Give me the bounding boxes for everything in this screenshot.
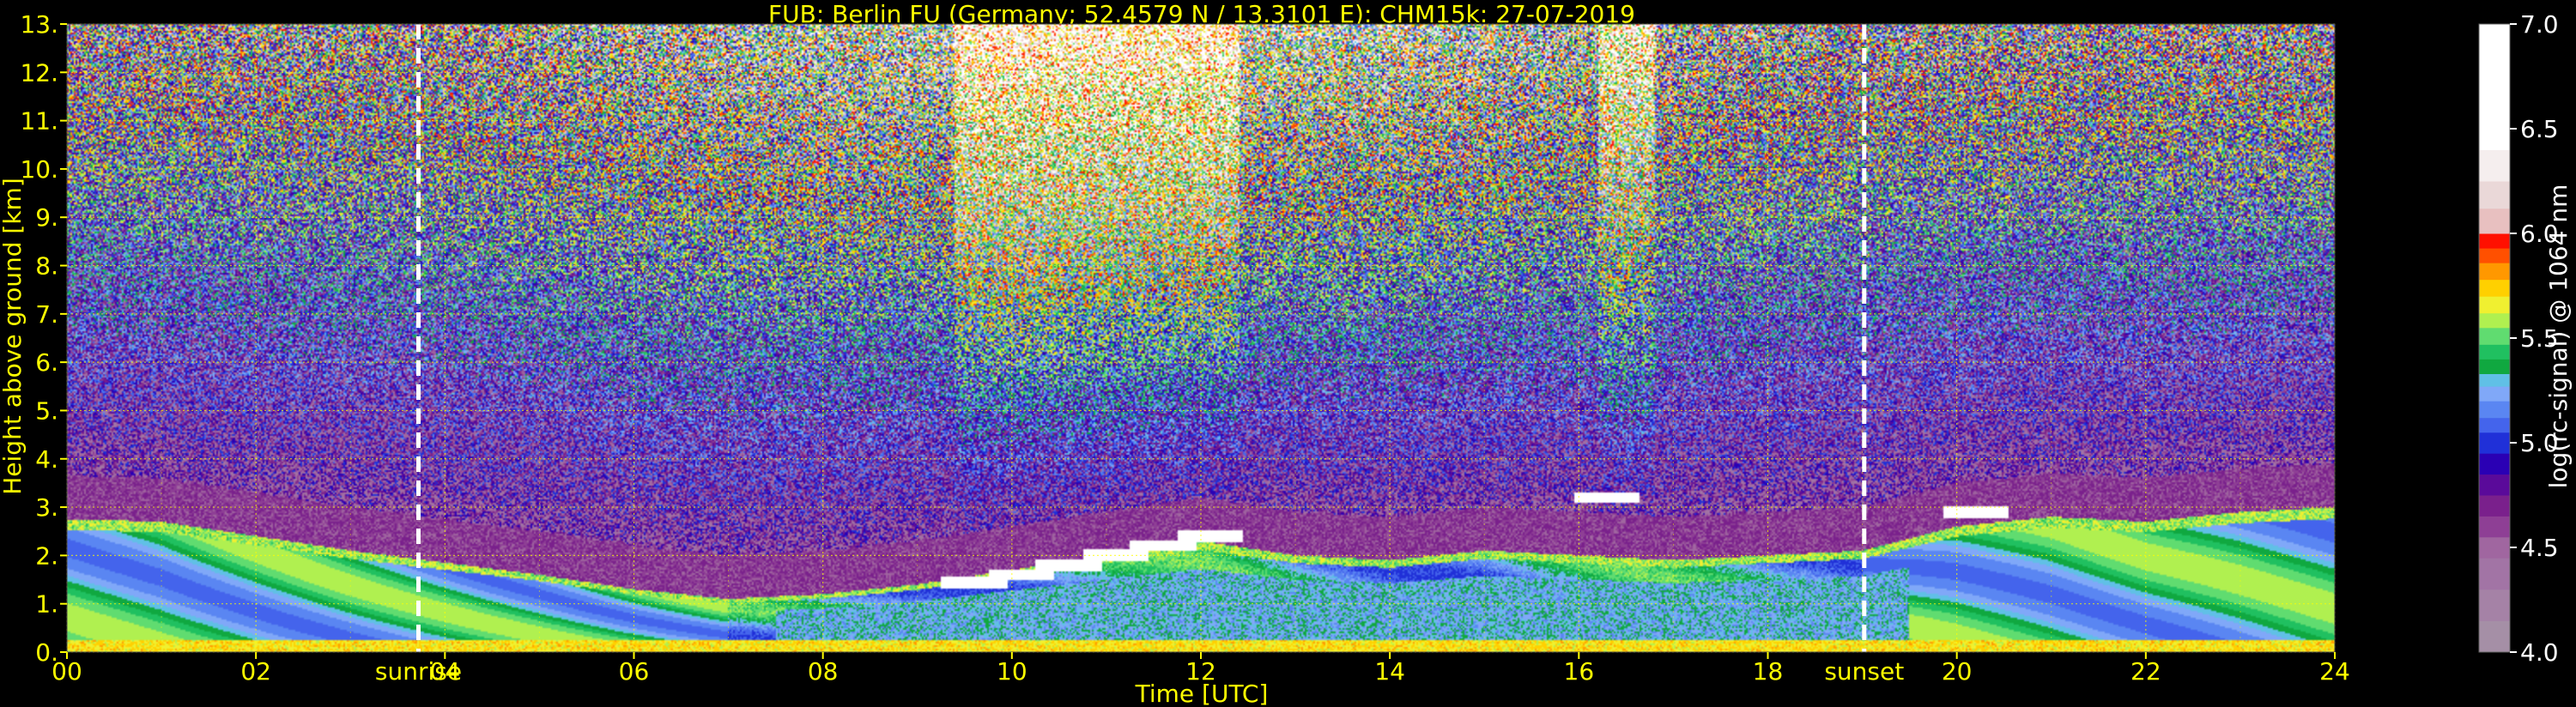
y-tick-label: 13. (20, 10, 58, 39)
y-axis-label: Height above ground [km] (0, 178, 27, 495)
x-tick-label: 16 (1564, 657, 1595, 686)
y-tick-label: 3. (35, 493, 58, 522)
colorbar-swatch (2479, 620, 2510, 653)
x-axis-label: Time [UTC] (1135, 680, 1269, 707)
colorbar-tick-label: 4.0 (2520, 638, 2559, 667)
colorbar-swatch (2479, 279, 2510, 297)
colorbar-swatch (2479, 417, 2510, 433)
x-tick-label: 14 (1374, 657, 1405, 686)
colorbar-swatch (2479, 495, 2510, 517)
y-tick-label: 7. (35, 300, 58, 329)
x-tick-label: 20 (1942, 657, 1973, 686)
colorbar-swatch (2479, 327, 2510, 345)
x-tick-label: 00 (52, 657, 82, 686)
colorbar-swatch (2479, 536, 2510, 559)
colorbar-swatch (2479, 474, 2510, 496)
y-tick-label: 1. (35, 590, 58, 619)
colorbar-swatch (2479, 233, 2510, 249)
colorbar-swatch (2479, 24, 2510, 150)
y-tick-label: 11. (20, 107, 58, 136)
colorbar-swatch (2479, 344, 2510, 360)
colorbar-swatch (2479, 248, 2510, 263)
colorbar-tick-label: 7.0 (2520, 10, 2559, 39)
colorbar-label: log(rc-signal) @ 1064 nm (2544, 184, 2573, 489)
colorbar-swatch (2479, 359, 2510, 374)
colorbar-swatch (2479, 296, 2510, 314)
colorbar-tick-label: 6.5 (2520, 115, 2559, 143)
colorbar-swatch (2479, 453, 2510, 475)
y-tick-label: 6. (35, 348, 58, 377)
colorbar-swatch (2479, 181, 2510, 209)
y-tick-label: 2. (35, 541, 58, 570)
x-tick-label: 18 (1753, 657, 1784, 686)
x-tick-label: 22 (2131, 657, 2161, 686)
y-tick-label: 5. (35, 396, 58, 425)
sunrise-label: sunrise (375, 657, 462, 686)
colorbar-tick-label: 4.5 (2520, 534, 2559, 562)
y-tick-label: 4. (35, 445, 58, 474)
colorbar-swatch (2479, 386, 2510, 402)
colorbar-swatch (2479, 401, 2510, 419)
x-tick-label: 10 (997, 657, 1027, 686)
colorbar-swatch (2479, 263, 2510, 281)
y-tick-label: 8. (35, 252, 58, 281)
y-tick-label: 12. (20, 58, 58, 87)
colorbar-swatch (2479, 432, 2510, 454)
plot-area (66, 23, 2336, 653)
chart-svg: FUB: Berlin FU (Germany; 52.4579 N / 13.… (0, 0, 2576, 707)
y-tick-label: 9. (35, 203, 58, 232)
colorbar-swatch (2479, 208, 2510, 234)
colorbar-swatch (2479, 373, 2510, 387)
x-tick-label: 24 (2319, 657, 2350, 686)
x-tick-label: 08 (808, 657, 839, 686)
sunset-label: sunset (1824, 657, 1904, 686)
colorbar-swatches (2479, 24, 2510, 653)
colorbar-swatch (2479, 516, 2510, 538)
colorbar-swatch (2479, 312, 2510, 329)
colorbar-swatch (2479, 149, 2510, 182)
colorbar-swatch (2479, 589, 2510, 621)
x-tick-label: 02 (240, 657, 271, 686)
x-tick-label: 06 (619, 657, 650, 686)
colorbar-swatch (2479, 558, 2510, 590)
